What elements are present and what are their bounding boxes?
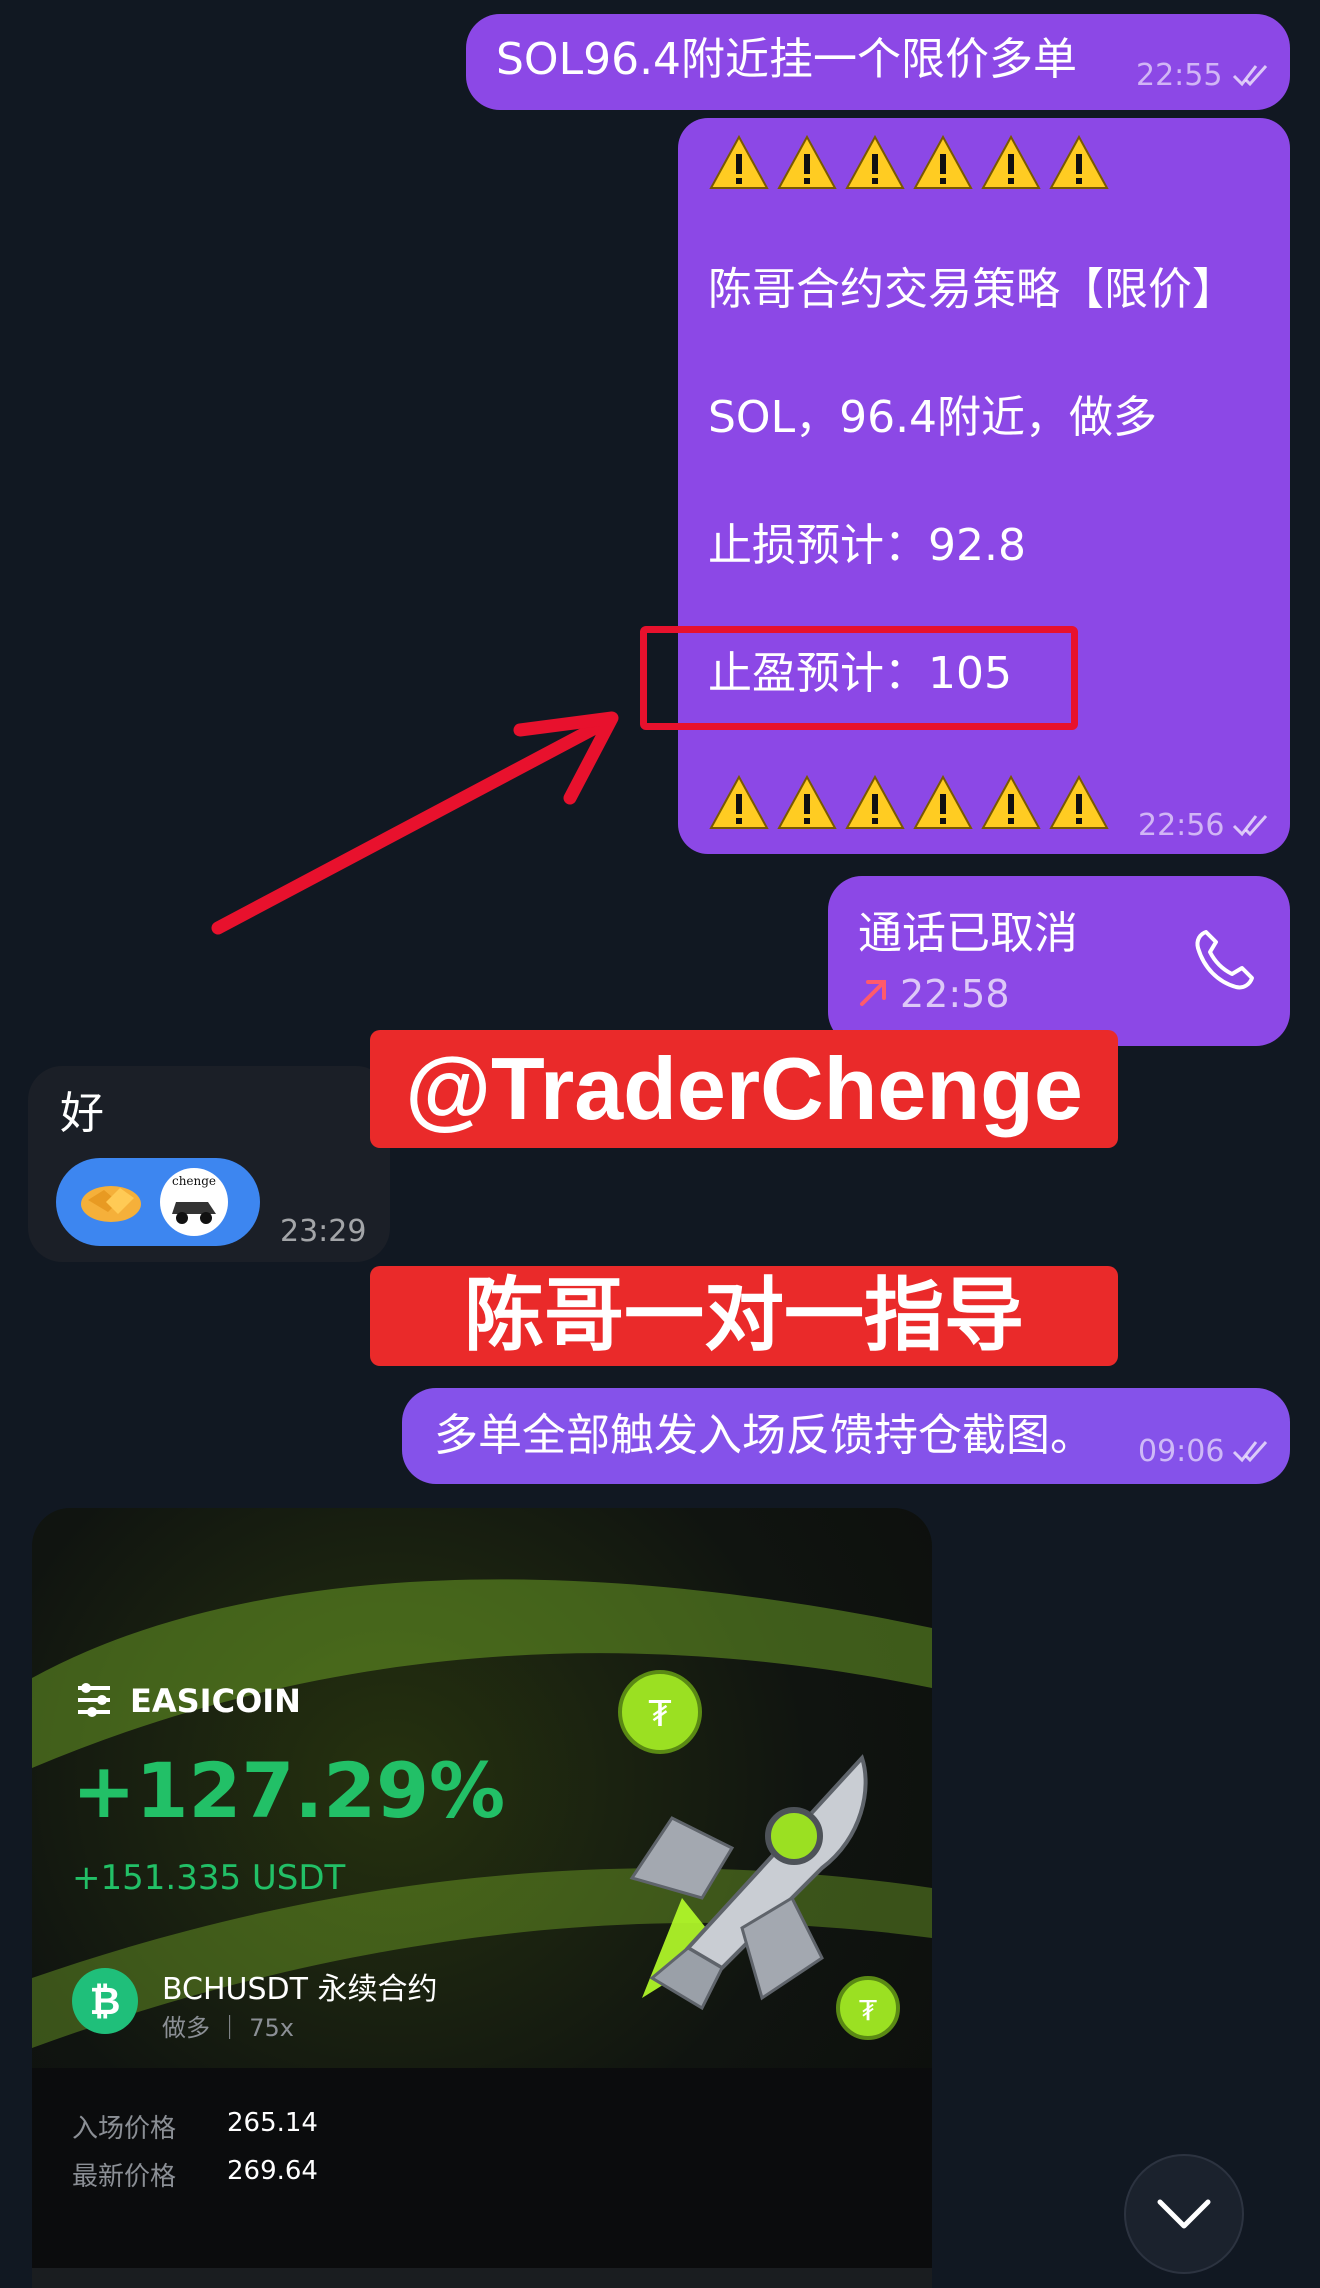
car-icon: [172, 1202, 216, 1224]
warning-icon: [777, 774, 837, 829]
strategy-title: 陈哥合约交易策略【限价】: [708, 264, 1236, 315]
pair-name: BCHUSDT 永续合约: [162, 1972, 438, 2007]
entry-price-value: 265.14: [227, 2108, 318, 2138]
phone-icon[interactable]: [1188, 924, 1260, 996]
pnl-amount: +151.335 USDT: [72, 1858, 346, 1898]
message-time: 22:55: [1136, 58, 1223, 93]
brand-logo-icon: [78, 1683, 110, 1717]
message-text: 多单全部触发入场反馈持仓截图。: [434, 1410, 1094, 1461]
warning-icon: [981, 134, 1041, 189]
svg-text:₮: ₮: [859, 1994, 877, 2027]
side-leverage: 做多 ｜ 75x: [162, 2014, 294, 2042]
message-bubble-outgoing[interactable]: SOL96.4附近挂一个限价多单 22:55: [466, 14, 1290, 110]
warning-icon: [845, 134, 905, 189]
warning-row: [708, 134, 1110, 192]
warning-icon: [981, 774, 1041, 829]
latest-price-label: 最新价格: [72, 2162, 177, 2192]
call-time: 22:58: [900, 972, 1010, 1016]
guide-banner: 陈哥一对一指导: [370, 1266, 1118, 1366]
chevron-down-icon: [1157, 2199, 1211, 2229]
read-ticks-icon: [1232, 815, 1268, 837]
strategy-stop-loss: 止损预计：92.8: [708, 520, 1026, 571]
card-details-panel: 入场价格 265.14 最新价格 269.64: [32, 2068, 932, 2288]
message-bubble-outgoing[interactable]: 多单全部触发入场反馈持仓截图。 09:06: [402, 1388, 1290, 1484]
call-outgoing-arrow-icon: [860, 980, 886, 1006]
warning-icon: [913, 134, 973, 189]
message-time: 23:29: [280, 1214, 367, 1249]
avatar-label: chenge: [171, 1174, 217, 1188]
svg-text:₮: ₮: [649, 1694, 672, 1735]
message-bubble-incoming[interactable]: 好 chenge 23:29: [28, 1066, 390, 1262]
warning-icon: [709, 774, 769, 829]
message-time: 09:06: [1138, 1434, 1225, 1469]
pnl-screenshot-card[interactable]: EASICOIN +127.29% +151.335 USDT ₿ BCHUSD…: [32, 1508, 932, 2288]
entry-price-label: 入场价格: [72, 2114, 177, 2144]
brand-name: EASICOIN: [130, 1682, 301, 1720]
call-status-text: 通话已取消: [858, 908, 1078, 959]
warning-icon: [709, 134, 769, 189]
message-text: SOL96.4附近挂一个限价多单: [496, 34, 1078, 85]
message-text: 好: [60, 1088, 104, 1139]
handle-banner: @TraderChenge: [370, 1030, 1118, 1148]
warning-icon: [777, 134, 837, 189]
coin-icon: ₿: [72, 1968, 138, 2034]
warning-icon: [1049, 134, 1109, 189]
read-ticks-icon: [1232, 1441, 1268, 1463]
warning-icon: [845, 774, 905, 829]
read-ticks-icon: [1232, 65, 1268, 87]
card-footer-divider: [32, 2268, 932, 2288]
strategy-entry: SOL，96.4附近，做多: [708, 392, 1158, 443]
message-bubble-outgoing[interactable]: 陈哥合约交易策略【限价】 SOL，96.4附近，做多 止损预计：92.8 止盈预…: [678, 118, 1290, 854]
latest-price-value: 269.64: [227, 2156, 318, 2186]
handshake-icon: [81, 1186, 141, 1222]
avatar: chenge: [160, 1168, 228, 1236]
warning-row: [708, 774, 1110, 832]
scroll-to-bottom-button[interactable]: [1124, 2154, 1244, 2274]
highlight-box: [640, 626, 1078, 730]
pnl-percent: +127.29%: [72, 1746, 506, 1835]
reaction-pill[interactable]: chenge: [56, 1158, 260, 1246]
rocket-illustration: ₮ ₮: [618, 1670, 900, 2040]
warning-icon: [1049, 774, 1109, 829]
message-time: 22:56: [1138, 808, 1225, 843]
arrow-annotation: [211, 711, 619, 935]
call-bubble[interactable]: 通话已取消 22:58: [828, 876, 1290, 1046]
warning-icon: [913, 774, 973, 829]
